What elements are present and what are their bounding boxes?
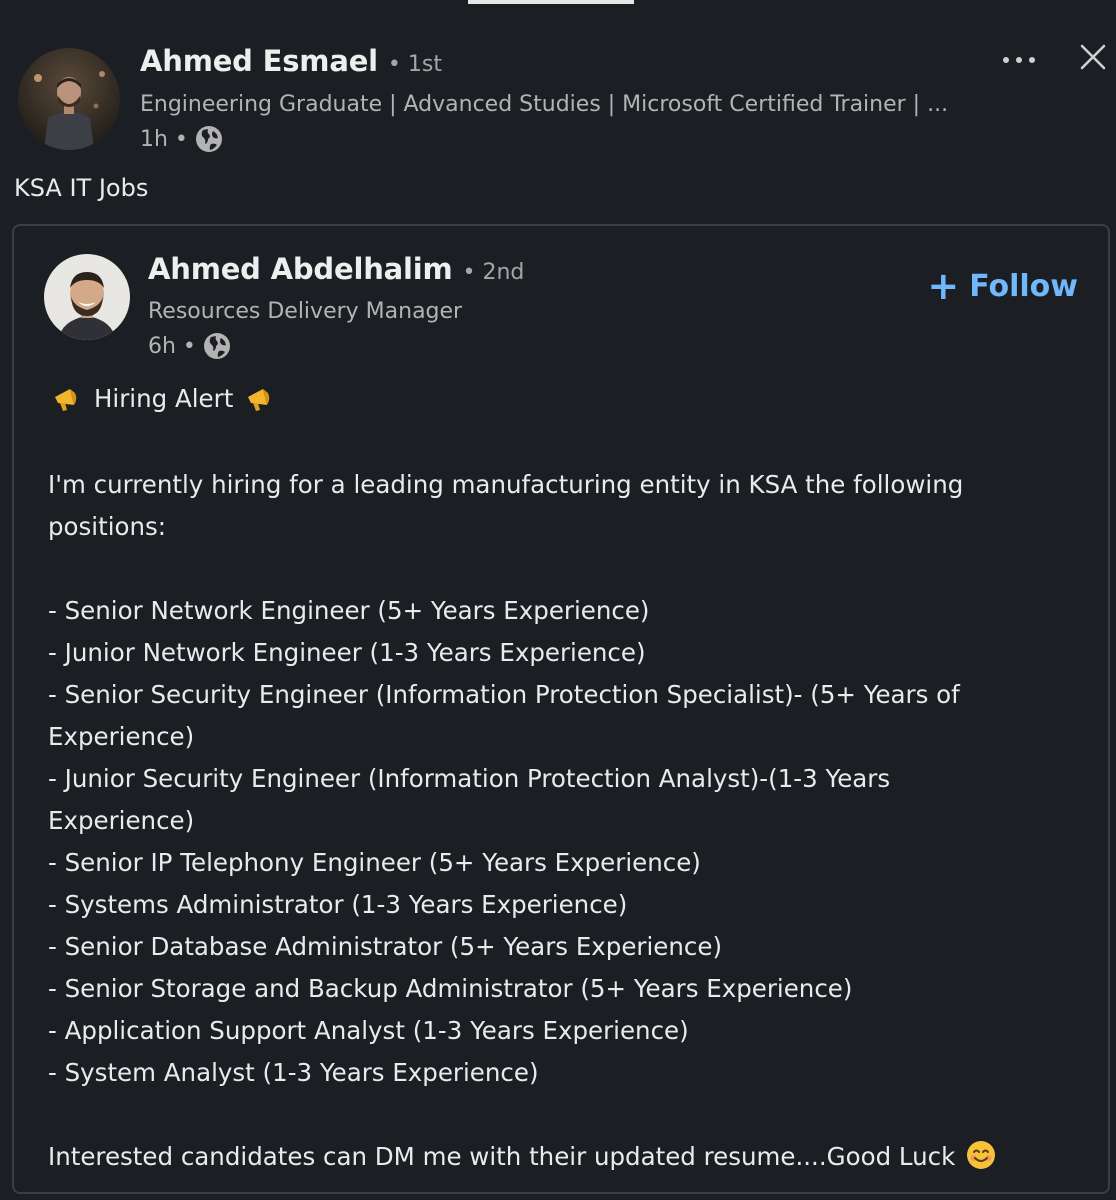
avatar[interactable] [44, 254, 130, 340]
follow-button[interactable]: + Follow [927, 264, 1078, 308]
post-time: 6h • [148, 333, 196, 359]
list-item: - Systems Administrator (1-3 Years Exper… [48, 890, 628, 919]
hiring-alert-heading: Hiring Alert [48, 376, 1058, 422]
list-item: - Senior Network Engineer (5+ Years Expe… [48, 596, 650, 625]
close-button[interactable] [1072, 38, 1114, 80]
list-item: - Senior Storage and Backup Administrato… [48, 974, 853, 1003]
megaphone-icon [52, 385, 82, 413]
shared-post-timestamp-row: 6h • [148, 328, 848, 364]
list-item: - Senior Database Administrator (5+ Year… [48, 932, 723, 961]
post-detail-view: Ahmed Esmael • 1st Engineering Graduate … [0, 0, 1116, 1200]
smiling-face-icon [965, 1139, 997, 1171]
list-item: - Application Support Analyst (1-3 Years… [48, 1016, 689, 1045]
list-item: Experience) [48, 806, 195, 835]
post-timestamp-row: 1h • [140, 122, 980, 156]
shared-author-info: Ahmed Abdelhalim • 2nd Resources Deliver… [148, 252, 848, 364]
more-horizontal-icon [1001, 50, 1037, 69]
shared-author-name-row[interactable]: Ahmed Abdelhalim • 2nd [148, 252, 848, 296]
author-headline: Engineering Graduate | Advanced Studies … [140, 92, 949, 117]
post-header: Ahmed Esmael • 1st Engineering Graduate … [18, 44, 1108, 154]
connection-degree: • 2nd [462, 260, 525, 285]
reshared-post-card[interactable]: Ahmed Abdelhalim • 2nd Resources Deliver… [12, 224, 1110, 1194]
megaphone-icon [245, 385, 275, 413]
list-item: - Senior IP Telephony Engineer (5+ Years… [48, 848, 701, 877]
author-name[interactable]: Ahmed Esmael [140, 44, 378, 78]
shared-post-body: Hiring Alert I'm currently hiring for a … [48, 376, 1058, 1178]
alert-title: Hiring Alert [94, 384, 234, 413]
shared-author-headline: Resources Delivery Manager [148, 299, 463, 324]
post-time: 1h • [140, 126, 188, 152]
close-icon [1079, 43, 1107, 75]
shared-author-name[interactable]: Ahmed Abdelhalim [148, 252, 453, 286]
intro-text: positions: [48, 512, 167, 541]
list-item: - Senior Security Engineer (Information … [48, 680, 960, 709]
list-item: - System Analyst (1-3 Years Experience) [48, 1058, 539, 1087]
more-options-button[interactable] [996, 44, 1042, 74]
author-name-row[interactable]: Ahmed Esmael • 1st [140, 44, 980, 88]
closing-text: Interested candidates can DM me with the… [48, 1142, 956, 1171]
closing-line: Interested candidates can DM me with the… [48, 1136, 1058, 1178]
author-info: Ahmed Esmael • 1st Engineering Graduate … [140, 44, 980, 156]
avatar[interactable] [18, 48, 120, 150]
drag-handle[interactable] [468, 0, 634, 4]
list-item: - Junior Security Engineer (Information … [48, 764, 891, 793]
globe-icon [194, 124, 224, 154]
follow-label: Follow [969, 268, 1078, 304]
connection-degree: • 1st [387, 52, 442, 77]
globe-icon [202, 331, 232, 361]
list-item: - Junior Network Engineer (1-3 Years Exp… [48, 638, 646, 667]
intro-text: I'm currently hiring for a leading manuf… [48, 470, 964, 499]
list-item: Experience) [48, 722, 195, 751]
post-commentary: KSA IT Jobs [14, 174, 149, 202]
plus-icon: + [927, 264, 960, 308]
